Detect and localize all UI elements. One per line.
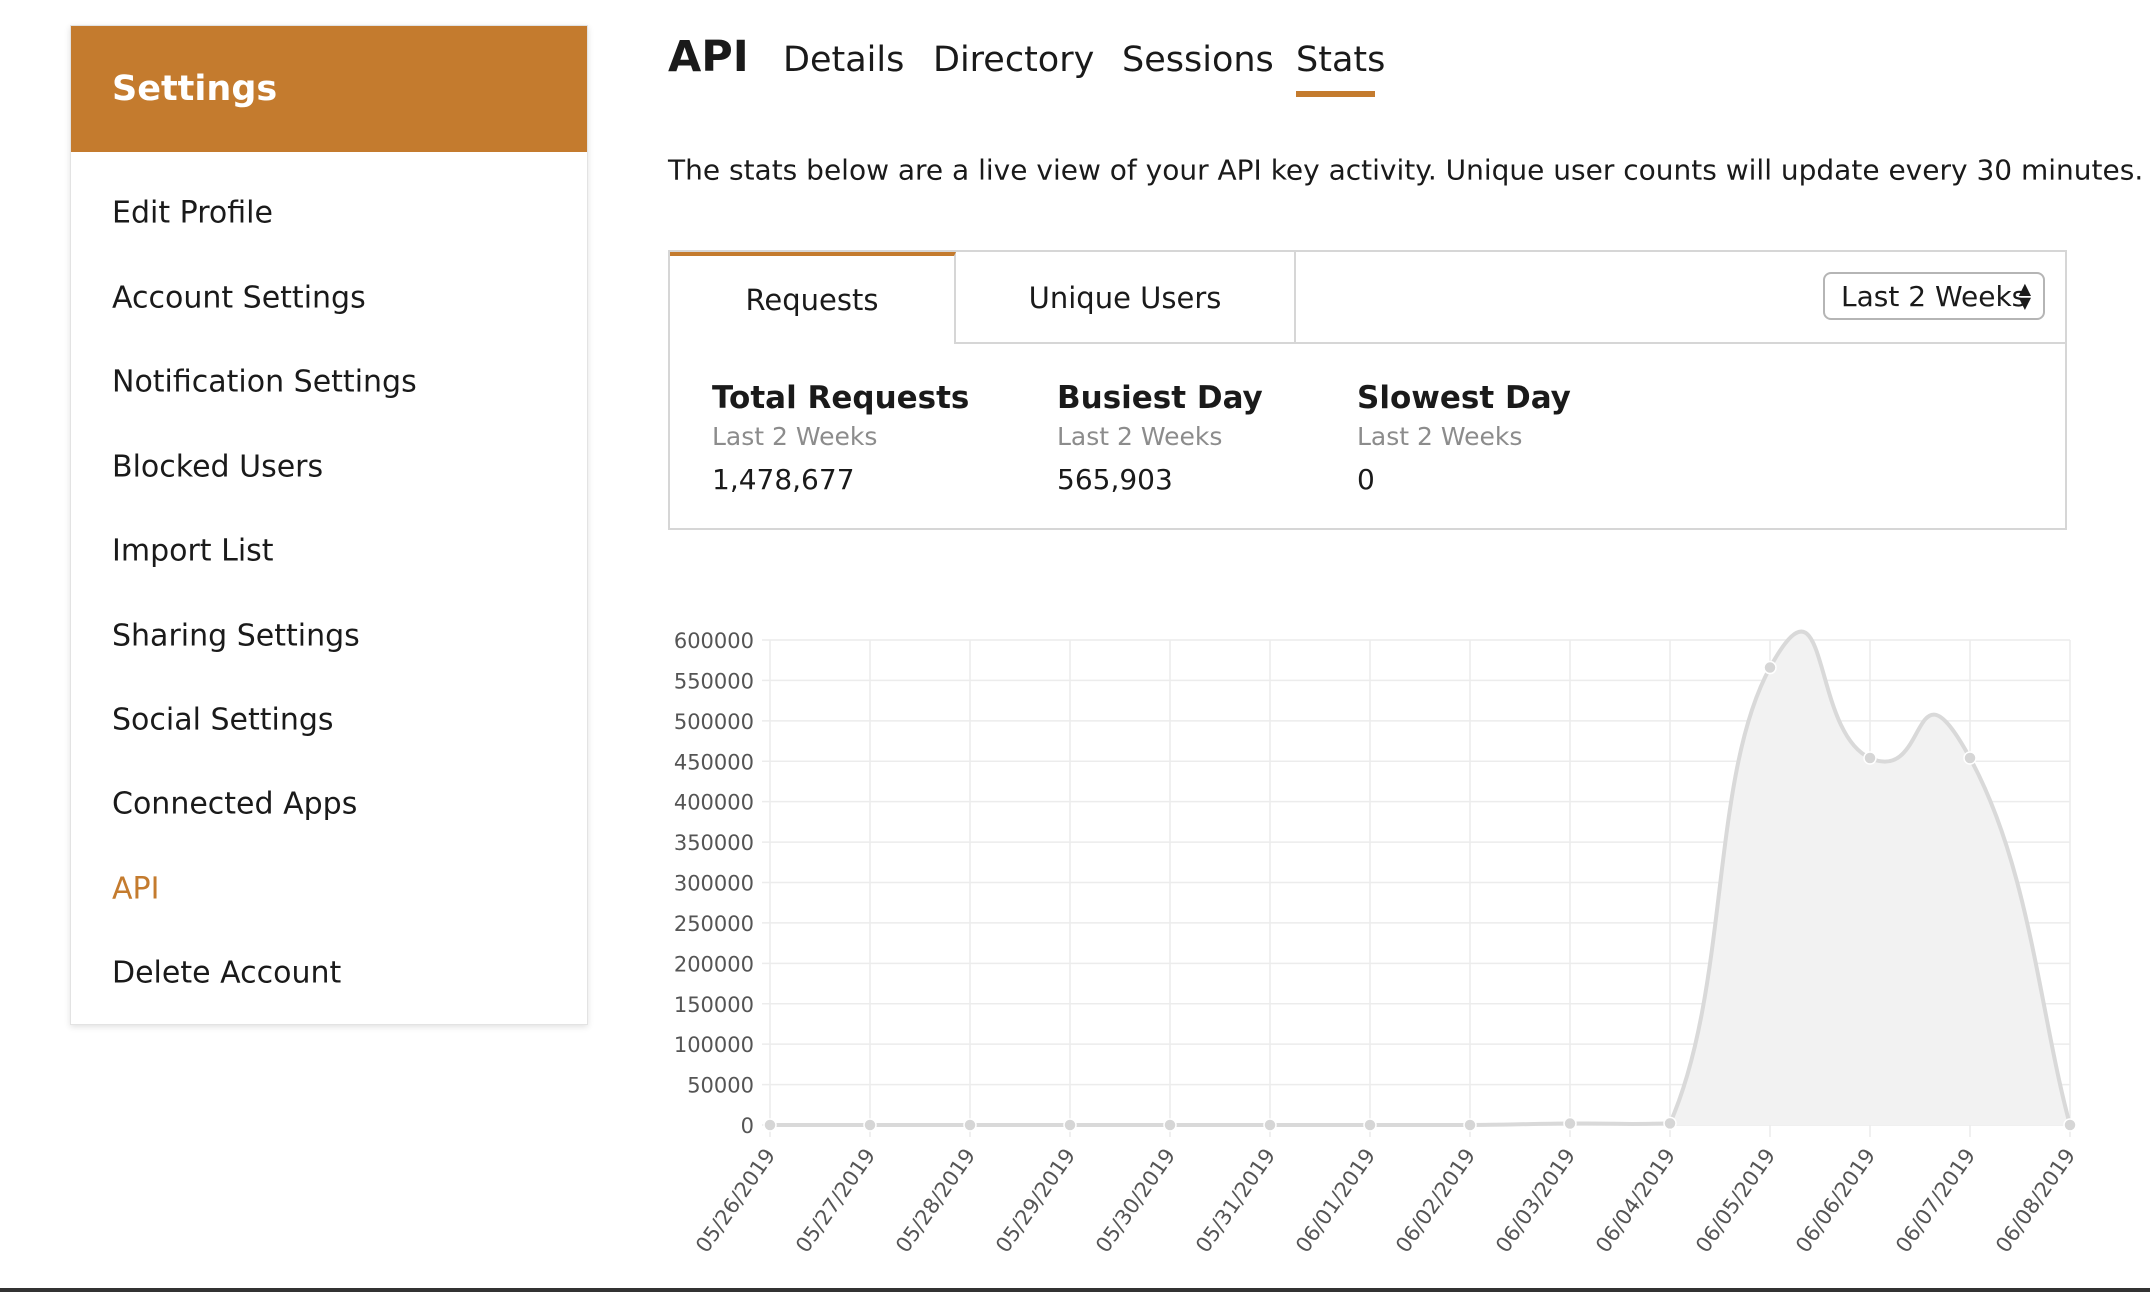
requests-chart: 0 50000 100000 150000 200000 250000 300000 3500… <box>674 629 2080 1257</box>
x-tick-label: 05/27/2019 <box>791 1144 880 1257</box>
stat-value: 0 <box>1357 463 1375 496</box>
x-tick-label: 05/28/2019 <box>891 1144 980 1257</box>
sidebar-item-connected-apps[interactable]: Connected Apps <box>112 787 357 822</box>
stat-title: Busiest Day <box>1057 380 1263 416</box>
y-tick-label: 100000 <box>674 1033 754 1057</box>
data-point <box>1263 1118 1277 1132</box>
y-tick-label: 200000 <box>674 952 754 976</box>
settings-sidebar: Settings Edit Profile Account Settings N… <box>70 25 588 1025</box>
sidebar-item-api[interactable]: API <box>112 872 159 907</box>
data-point <box>763 1118 777 1132</box>
data-point <box>1463 1118 1477 1132</box>
sidebar-item-delete-account[interactable]: Delete Account <box>112 956 341 991</box>
stat-total-requests: Total Requests Last 2 Weeks 1,478,677 <box>712 380 969 496</box>
data-point <box>963 1118 977 1132</box>
stat-title: Slowest Day <box>1357 380 1571 416</box>
x-tick-label: 05/31/2019 <box>1191 1144 1280 1257</box>
data-point <box>1963 751 1977 765</box>
sidebar-item-social-settings[interactable]: Social Settings <box>112 703 334 738</box>
tab-stats[interactable]: Stats <box>1296 40 1385 80</box>
data-point <box>2063 1118 2077 1132</box>
stat-busiest-day: Busiest Day Last 2 Weeks 565,903 <box>1057 380 1263 496</box>
sidebar-item-import-list[interactable]: Import List <box>112 534 274 569</box>
x-tick-label: 06/07/2019 <box>1891 1144 1980 1257</box>
stat-value: 565,903 <box>1057 463 1173 496</box>
active-tab-indicator <box>1296 91 1375 97</box>
data-point <box>1663 1116 1677 1131</box>
y-tick-label: 550000 <box>674 669 754 693</box>
page-title: API <box>668 32 749 82</box>
data-point <box>863 1118 877 1132</box>
x-tick-label: 06/01/2019 <box>1291 1144 1380 1257</box>
tab-sessions[interactable]: Sessions <box>1122 40 1274 80</box>
data-point <box>1863 751 1877 765</box>
x-tick-label: 06/06/2019 <box>1791 1144 1880 1257</box>
data-point <box>1063 1118 1077 1132</box>
stat-title: Total Requests <box>712 380 970 416</box>
y-tick-label: 600000 <box>674 629 754 653</box>
y-tick-label: 0 <box>741 1114 754 1138</box>
tab-requests[interactable]: Requests <box>670 252 956 344</box>
y-tick-label: 500000 <box>674 710 754 734</box>
bottom-edge <box>0 1288 2150 1292</box>
stat-slowest-day: Slowest Day Last 2 Weeks 0 <box>1357 380 1571 496</box>
y-tick-label: 50000 <box>687 1074 754 1098</box>
sidebar-item-sharing-settings[interactable]: Sharing Settings <box>112 619 360 654</box>
sidebar-item-account-settings[interactable]: Account Settings <box>112 281 366 316</box>
stats-description: The stats below are a live view of your … <box>668 153 2144 187</box>
x-tick-label: 05/29/2019 <box>991 1144 1080 1257</box>
tab-details[interactable]: Details <box>783 40 904 80</box>
sidebar-item-blocked-users[interactable]: Blocked Users <box>112 450 323 485</box>
stat-period: Last 2 Weeks <box>1057 422 1223 451</box>
stats-panel: Requests Unique Users Last 2 Weeks ▲ ▼ To… <box>668 250 2067 530</box>
data-point <box>1763 660 1777 675</box>
stat-value: 1,478,677 <box>712 463 855 496</box>
data-point <box>1363 1118 1377 1132</box>
x-tick-label: 06/03/2019 <box>1491 1144 1580 1257</box>
x-tick-label: 06/05/2019 <box>1691 1144 1780 1257</box>
y-tick-label: 400000 <box>674 791 754 815</box>
select-arrows-icon: ▲ ▼ <box>2018 279 2031 312</box>
sidebar-item-edit-profile[interactable]: Edit Profile <box>112 196 273 231</box>
sidebar-item-notification-settings[interactable]: Notification Settings <box>112 365 417 400</box>
tab-unique-users[interactable]: Unique Users <box>956 252 1296 344</box>
y-tick-label: 450000 <box>674 750 754 774</box>
stat-period: Last 2 Weeks <box>1357 422 1523 451</box>
y-tick-label: 300000 <box>674 872 754 896</box>
x-tick-label: 05/26/2019 <box>691 1144 780 1257</box>
sidebar-title: Settings <box>71 26 587 152</box>
date-range-select[interactable]: Last 2 Weeks ▲ ▼ <box>1823 272 2045 320</box>
x-tick-label: 05/30/2019 <box>1091 1144 1180 1257</box>
x-tick-label: 06/04/2019 <box>1591 1144 1680 1257</box>
y-tick-label: 250000 <box>674 912 754 936</box>
data-point <box>1163 1118 1177 1132</box>
data-point <box>1563 1116 1577 1131</box>
stat-period: Last 2 Weeks <box>712 422 878 451</box>
y-tick-label: 150000 <box>674 993 754 1017</box>
tab-directory[interactable]: Directory <box>933 40 1094 80</box>
x-tick-label: 06/08/2019 <box>1991 1144 2080 1257</box>
x-tick-label: 06/02/2019 <box>1391 1144 1480 1257</box>
y-tick-label: 350000 <box>674 831 754 855</box>
series-area <box>770 631 2070 1125</box>
date-range-value: Last 2 Weeks <box>1841 279 2027 313</box>
